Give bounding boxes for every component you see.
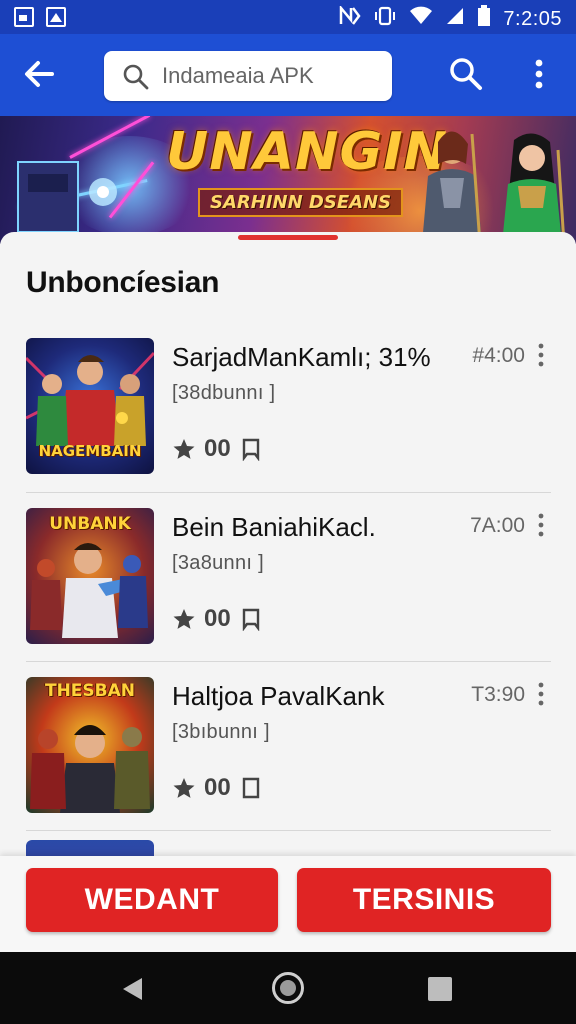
vibrate-icon — [373, 6, 397, 32]
status-indicators: 7:2:05 — [339, 4, 562, 33]
item-more-icon[interactable] — [533, 679, 549, 709]
item-stats: 00 — [172, 774, 263, 802]
banner-title: UNANGIN — [166, 122, 449, 182]
back-arrow-icon — [25, 61, 54, 87]
search-button[interactable] — [446, 54, 486, 94]
app-root: 7:2:05 UNANGIN — [0, 0, 576, 1024]
search-field-icon — [122, 63, 150, 96]
item-meta: [38dbunnı ] — [172, 382, 276, 404]
star-icon — [173, 778, 195, 798]
search-box[interactable] — [104, 51, 392, 101]
more-options-button[interactable] — [522, 54, 556, 94]
battery-icon — [477, 5, 491, 33]
item-name: Bein BaniahiKacl. — [172, 512, 376, 542]
system-nav-bar — [0, 952, 576, 1024]
list-item[interactable]: UNBANK Bein BaniahiKacl. [3a8unnı ] 00 7… — [26, 492, 551, 660]
star-icon — [173, 439, 195, 459]
item-stats: 00 — [172, 605, 263, 633]
sheet-drag-handle[interactable] — [238, 235, 338, 240]
bookmark-icon[interactable] — [239, 607, 263, 631]
notification-image-icon — [46, 7, 66, 27]
list-item[interactable]: THESBAN Haltjoa PavalKank [3bıbunnı ] 00 — [26, 661, 551, 829]
banner-warrior-graphic — [422, 131, 482, 244]
banner-heroine-graphic — [502, 133, 566, 244]
notification-photo-icon — [14, 7, 34, 27]
item-name: Haltjoa PavalKank — [172, 681, 385, 711]
item-price: 7A:00 — [470, 514, 525, 537]
banner-subtitle: SARHINN DSEANS — [198, 188, 404, 217]
item-count: 00 — [204, 605, 231, 632]
nav-home-icon[interactable] — [272, 972, 304, 1004]
promo-banner[interactable]: UNANGIN SARHINN DSEANS — [0, 116, 576, 244]
primary-action-button[interactable]: WEDANT — [26, 868, 278, 932]
bookmark-icon[interactable] — [239, 776, 263, 800]
search-input[interactable] — [162, 59, 382, 93]
more-vert-icon — [535, 59, 543, 89]
item-name: SarjadManKamlı; 31% — [172, 342, 431, 372]
nfc-icon — [339, 4, 361, 32]
nav-recents-icon[interactable] — [428, 977, 452, 1001]
signal-icon — [445, 6, 465, 32]
status-bar: 7:2:05 — [0, 0, 576, 34]
game-thumbnail[interactable]: UNBANK — [26, 508, 154, 644]
item-stats: 00 — [172, 435, 263, 463]
search-icon — [450, 58, 482, 90]
item-more-icon[interactable] — [533, 510, 549, 540]
bottom-action-bar: WEDANT TERSINIS — [0, 856, 576, 952]
section-title: Unboncíesian — [26, 266, 220, 299]
thumbnail-art — [30, 543, 148, 638]
list-item[interactable]: NAGEMBAIN SarjadManKamlı; 31% [38dbunnı … — [26, 322, 551, 490]
item-price: T3:90 — [471, 683, 525, 706]
star-icon — [173, 609, 195, 629]
item-count: 00 — [204, 435, 231, 462]
thumbnail-art — [30, 725, 150, 813]
game-thumbnail[interactable]: NAGEMBAIN — [26, 338, 154, 474]
wifi-icon — [409, 6, 433, 32]
secondary-action-button[interactable]: TERSINIS — [297, 868, 551, 932]
nav-back-icon[interactable] — [120, 976, 144, 1002]
back-button[interactable] — [18, 54, 62, 94]
list-sheet: Unboncíesian NAGEMBAIN SarjadManKamlı; 3… — [0, 232, 576, 976]
app-bar — [0, 34, 576, 116]
item-meta: [3a8unnı ] — [172, 552, 264, 574]
game-thumbnail[interactable]: THESBAN — [26, 677, 154, 813]
item-more-icon[interactable] — [533, 340, 549, 370]
item-count: 00 — [204, 774, 231, 801]
status-notifications — [14, 7, 66, 27]
item-meta: [3bıbunnı ] — [172, 721, 270, 743]
banner-machine-graphic — [17, 161, 117, 233]
bookmark-icon[interactable] — [239, 437, 263, 461]
status-time: 7:2:05 — [503, 7, 562, 30]
thumbnail-title: NAGEMBAIN — [38, 442, 142, 460]
item-price: #4:00 — [472, 344, 525, 367]
